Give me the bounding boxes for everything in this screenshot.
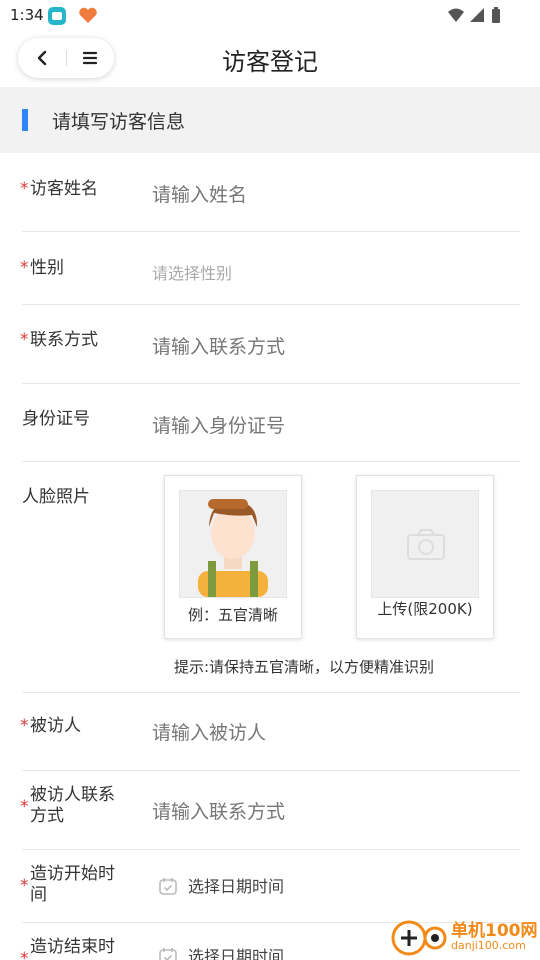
watermark-url: danji100.com — [451, 939, 526, 952]
form-row-name: * 访客姓名 请输入姓名 — [20, 153, 520, 232]
required-mark: * — [20, 797, 29, 817]
watermark: 单机100网 danji100.com — [385, 912, 540, 960]
end-time-label: * 造访结束时 — [20, 937, 132, 960]
form-row-gender: * 性别 请选择性别 — [20, 232, 520, 305]
battery-icon — [492, 7, 500, 23]
name-input[interactable]: 请输入姓名 — [152, 180, 247, 207]
contact-label: * 联系方式 — [20, 330, 98, 350]
calendar-icon — [158, 946, 178, 960]
required-mark: * — [20, 330, 29, 350]
calendar-icon — [158, 876, 178, 896]
wifi-icon — [448, 8, 464, 22]
required-mark: * — [20, 258, 29, 278]
example-caption: 例：五官清晰 — [187, 606, 278, 624]
upload-caption: 上传(限200K) — [377, 600, 473, 618]
visitee-label: * 被访人 — [20, 716, 81, 736]
visitee-input[interactable]: 请输入被访人 — [152, 718, 266, 745]
end-time-picker[interactable]: 选择日期时间 — [158, 943, 284, 960]
page-title: 访客登记 — [222, 48, 318, 76]
id-card-input[interactable]: 请输入身份证号 — [152, 411, 285, 438]
header: 访客登记 — [0, 32, 540, 87]
form-row-id-card: 身份证号 请输入身份证号 — [22, 384, 520, 462]
heart-notification-icon — [78, 7, 97, 25]
status-time: 1:34 — [10, 6, 44, 24]
upload-area[interactable] — [371, 490, 479, 598]
form-row-face-photo: 人脸照片 例：五官清晰 上传(限200K) 提示:请保持五官清晰，以方便精准识别 — [22, 462, 520, 693]
upload-photo-card[interactable]: 上传(限200K) — [356, 475, 494, 639]
gender-select[interactable]: 请选择性别 — [152, 260, 232, 284]
face-photo-hint: 提示:请保持五官清晰，以方便精准识别 — [174, 658, 435, 676]
start-time-picker[interactable]: 选择日期时间 — [158, 873, 284, 897]
signal-icon — [470, 8, 484, 22]
start-time-label: * 造访开始时 间 — [20, 864, 115, 905]
required-mark: * — [20, 716, 29, 736]
visitee-contact-label: * 被访人联系 方式 — [20, 785, 115, 826]
section-title: 请填写访客信息 — [52, 111, 186, 133]
status-bar: 1:34 — [0, 0, 540, 32]
contact-input[interactable]: 请输入联系方式 — [152, 332, 285, 359]
status-indicators — [446, 6, 510, 26]
form-row-contact: * 联系方式 请输入联系方式 — [20, 305, 520, 384]
id-card-label: 身份证号 — [22, 409, 90, 429]
name-label: * 访客姓名 — [20, 179, 98, 199]
visitee-contact-input[interactable]: 请输入联系方式 — [152, 797, 285, 824]
required-mark: * — [20, 876, 29, 896]
section-accent-bar — [22, 109, 28, 131]
form-row-visitee: * 被访人 请输入被访人 — [20, 693, 520, 771]
gender-label: * 性别 — [20, 258, 64, 278]
required-mark: * — [20, 179, 29, 199]
camera-icon — [407, 529, 445, 560]
example-photo-card: 例：五官清晰 — [164, 475, 302, 639]
form-row-visitee-contact: * 被访人联系 方式 请输入联系方式 — [20, 771, 520, 850]
required-mark: * — [20, 949, 29, 960]
watermark-name: 单机100网 — [451, 921, 538, 941]
app-notification-icon — [48, 7, 66, 25]
example-avatar — [179, 490, 287, 598]
watermark-logo-icon — [391, 920, 447, 956]
face-photo-label: 人脸照片 — [22, 487, 90, 507]
section-header: 请填写访客信息 — [0, 87, 540, 153]
